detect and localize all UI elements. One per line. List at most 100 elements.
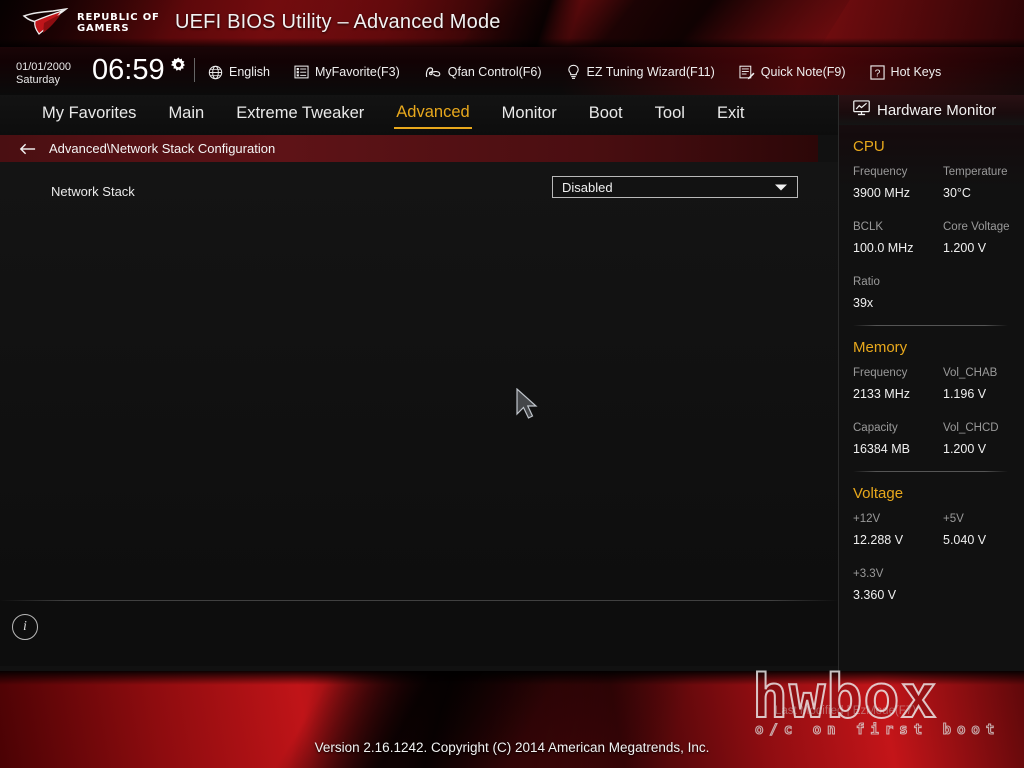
question-box-icon: ? [869,64,885,80]
cpu-core-voltage-label: Core Voltage [943,221,1010,233]
hwbox-watermark: hwbox o/c on first boot [751,662,1001,739]
svg-text:?: ? [874,68,880,79]
mem-frequency-label: Frequency [853,367,908,379]
sidebar-section-cpu-title: CPU [853,138,885,155]
sidebar-cpu-row-1: Frequency Temperature 3900 MHz 30°C [839,162,1024,204]
info-icon[interactable]: i [12,614,38,640]
network-stack-dropdown[interactable]: Disabled [552,176,798,198]
mem-vol-chab-value: 1.196 V [943,387,987,401]
sidebar-voltage-group: +12V +5V 12.288 V 5.040 V +3.3V 3.360 V [839,509,1024,606]
toolbar-label-language: English [229,65,270,79]
toolbar-label-qfan-control: Qfan Control(F6) [447,65,542,79]
sidebar-voltage-row-1: +12V +5V 12.288 V 5.040 V [839,509,1024,551]
settings-panel: Network Stack [0,162,838,602]
fan-icon [424,65,442,80]
sidebar-section-memory-title: Memory [853,339,908,356]
cpu-core-voltage-value: 1.200 V [943,241,987,255]
bios-screen: REPUBLIC OF GAMERS UEFI BIOS Utility – A… [0,0,1024,768]
volt-12v-value: 12.288 V [853,533,904,547]
rog-line-1: REPUBLIC OF [77,12,160,23]
monitor-chart-icon [853,99,870,121]
cpu-ratio-label: Ratio [853,276,880,288]
toolbar-separator [194,58,195,82]
rog-logo: REPUBLIC OF GAMERS [22,7,160,38]
toolbar-item-qfan-control[interactable]: Qfan Control(F6) [424,65,542,80]
breadcrumb-path: Advanced\Network Stack Configuration [49,141,276,156]
bios-version-text: Version 2.16.1242. Copyright (C) 2014 Am… [314,740,710,755]
sidebar-section-voltage-title: Voltage [853,485,904,502]
tab-monitor[interactable]: Monitor [500,102,559,128]
toolbar-item-quick-note[interactable]: Quick Note(F9) [739,65,846,80]
hardware-monitor-title: Hardware Monitor [877,101,997,119]
watermark-wordmark: hwbox [751,662,938,732]
note-pencil-icon [739,65,755,80]
sidebar-memory-row-1: Frequency Vol_CHAB 2133 MHz 1.196 V [839,363,1024,405]
mem-vol-chab-label: Vol_CHAB [943,367,998,379]
mem-vol-chcd-value: 1.200 V [943,442,987,456]
arrow-left-icon[interactable] [18,142,37,156]
toolbar-label-myfavorite: MyFavorite(F3) [315,65,400,79]
sidebar-cpu-row-3: Ratio 39x [839,272,1024,314]
tab-boot[interactable]: Boot [587,102,625,128]
rog-line-2: GAMERS [77,23,130,34]
volt-5v-label: +5V [943,513,964,525]
sidebar-cpu-row-2: BCLK Core Voltage 100.0 MHz 1.200 V [839,217,1024,259]
cpu-frequency-value: 3900 MHz [853,186,910,200]
toolbar-items: English MyFavorite(F3) Qfan Control(F6) … [208,59,941,85]
main-nav-tabs: My Favorites Main Extreme Tweaker Advanc… [0,95,838,135]
toolbar-label-quick-note: Quick Note(F9) [760,65,846,79]
info-glyph: i [23,619,27,634]
lightbulb-icon [566,64,581,80]
sidebar-divider-2 [853,471,1008,472]
tab-tool[interactable]: Tool [653,102,687,128]
gear-icon[interactable] [170,57,187,79]
panel-divider [0,600,838,601]
volt-12v-label: +12V [853,513,881,525]
weekday-value: Saturday [16,74,61,86]
cpu-temperature-value: 30°C [943,186,971,200]
watermark-tagline: o/c on first boot [754,721,1001,738]
cpu-bclk-label: BCLK [853,221,884,233]
list-icon [294,65,309,79]
toolbar-item-language[interactable]: English [208,65,270,80]
hardware-monitor-sidebar: Hardware Monitor CPU Frequency Temperatu… [838,95,1024,671]
sidebar-voltage-row-2: +3.3V 3.360 V [839,564,1024,606]
mem-capacity-label: Capacity [853,422,898,434]
chevron-down-icon [775,178,787,196]
mem-vol-chcd-label: Vol_CHCD [943,422,999,434]
sidebar-cpu-group: Frequency Temperature 3900 MHz 30°C BCLK… [839,162,1024,314]
volt-33v-value: 3.360 V [853,588,897,602]
page-title: UEFI BIOS Utility – Advanced Mode [175,11,501,33]
volt-5v-value: 5.040 V [943,533,987,547]
toolbar-item-ez-tuning-wizard[interactable]: EZ Tuning Wizard(F11) [566,64,715,80]
sidebar-memory-group: Frequency Vol_CHAB 2133 MHz 1.196 V Capa… [839,363,1024,460]
rog-eye-logo-icon [22,7,69,38]
toolbar-label-ez-tuning-wizard: EZ Tuning Wizard(F11) [586,65,715,79]
globe-icon [208,65,223,80]
setting-label-network-stack: Network Stack [51,183,135,199]
rog-wordmark: REPUBLIC OF GAMERS [77,12,160,34]
toolbar-label-hot-keys: Hot Keys [890,65,942,79]
tab-advanced[interactable]: Advanced [394,101,472,129]
system-date-time: 01/01/2000 Saturday [16,61,71,87]
cpu-temperature-label: Temperature [943,166,1008,178]
mem-capacity-value: 16384 MB [853,442,910,456]
cpu-frequency-label: Frequency [853,166,908,178]
clock-value: 06:59 [92,54,165,86]
network-stack-value: Disabled [562,179,613,195]
tab-exit[interactable]: Exit [715,102,747,128]
cpu-ratio-value: 39x [853,296,874,310]
app-header: REPUBLIC OF GAMERS UEFI BIOS Utility – A… [0,0,1024,47]
hardware-monitor-header: Hardware Monitor [839,95,1024,125]
breadcrumb: Advanced\Network Stack Configuration [0,135,818,162]
cpu-bclk-value: 100.0 MHz [853,241,914,255]
toolbar-item-myfavorite[interactable]: MyFavorite(F3) [294,65,400,79]
mem-frequency-value: 2133 MHz [853,387,910,401]
tab-main[interactable]: Main [166,102,206,128]
lower-panel [0,601,838,666]
tab-my-favorites[interactable]: My Favorites [40,102,138,128]
tab-extreme-tweaker[interactable]: Extreme Tweaker [234,102,366,128]
toolbar-item-hot-keys[interactable]: ? Hot Keys [869,64,942,80]
date-value: 01/01/2000 [16,61,72,73]
volt-33v-label: +3.3V [853,568,884,580]
